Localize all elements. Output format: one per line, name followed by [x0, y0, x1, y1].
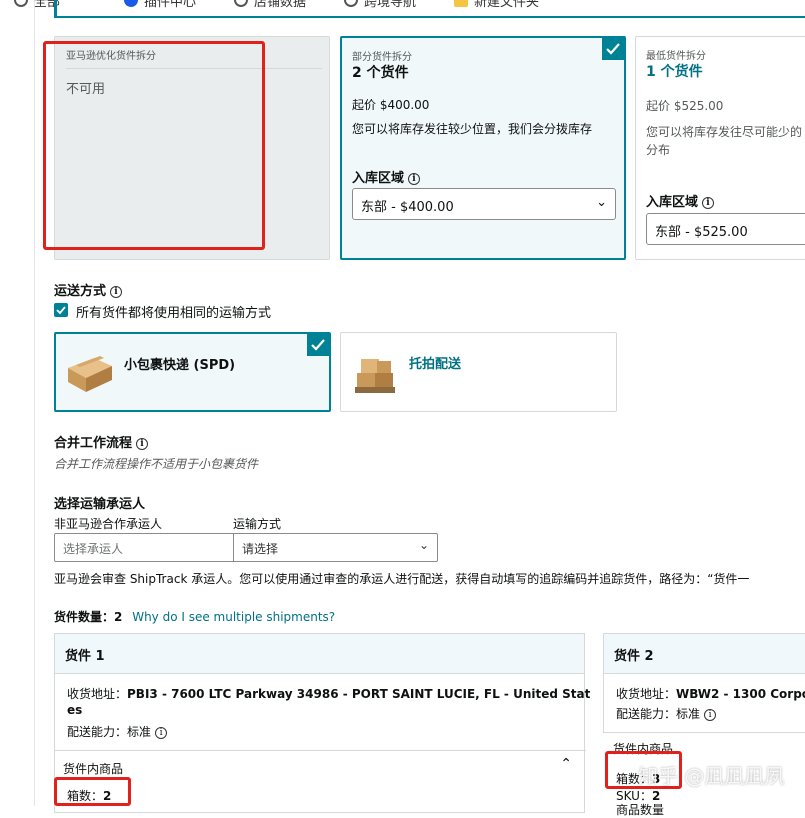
option-desc: 您可以将库存发往较少位置，我们会分拨库存	[352, 122, 593, 136]
info-icon[interactable]: i	[136, 438, 149, 450]
selected-check-icon	[602, 38, 624, 60]
workflow-title: 合并工作流程 i	[54, 432, 149, 451]
carrier-input[interactable]: 选择承运人	[54, 533, 234, 562]
box-icon	[68, 356, 112, 392]
option-desc: 您可以将库存发往尽可能少的	[646, 125, 803, 139]
highlight-box	[54, 777, 131, 806]
highlight-box	[43, 41, 265, 250]
ltl-label: 托拍配送	[409, 357, 462, 372]
carrier-title: 选择运输承运人	[54, 497, 146, 512]
items-label: 货件内商品	[63, 762, 124, 776]
divider	[55, 750, 586, 751]
option-price: 起价 $400.00	[352, 98, 430, 112]
method-label: 运输方式	[233, 517, 282, 531]
non-partner-label: 非亚马逊合作承运人	[54, 517, 163, 531]
option-desc-2: 分布	[646, 143, 671, 157]
info-icon[interactable]: i	[408, 173, 421, 185]
selected-check-icon	[307, 334, 329, 356]
address: 收货地址：PBI3 - 7600 LTC Parkway 34986 - POR…	[67, 687, 591, 701]
shipment-2-card: 货件 2 收货地址：WBW2 - 1300 Corpo 配送能力：标准 i	[603, 633, 805, 733]
workflow-note: 合并工作流程操作不适用于小包裹货件	[54, 457, 259, 471]
shipment-title: 货件 2	[604, 634, 805, 674]
spd-label: 小包裹快递 (SPD)	[124, 358, 236, 373]
capacity: 配送能力：标准 i	[616, 705, 717, 722]
quantity-label: 商品数量	[616, 803, 665, 817]
info-icon[interactable]: i	[704, 709, 717, 721]
option-count: 2 个货件	[352, 65, 409, 81]
info-icon[interactable]: i	[702, 197, 715, 209]
selected-section-border	[54, 0, 805, 18]
carrier-note: 亚马逊会审查 ShipTrack 承运人。您可以使用通过审查的承运人进行配送，获…	[54, 572, 750, 586]
chevron-down-icon: ⌄	[596, 195, 607, 210]
region-select[interactable]: 东部 - $400.00 ⌄	[352, 188, 616, 220]
shipment-count: 货件数量：2 Why do I see multiple shipments?	[54, 610, 336, 624]
capacity: 配送能力：标准 i	[67, 723, 168, 740]
address-cont: es	[67, 703, 83, 717]
method-ltl[interactable]: 托拍配送	[340, 332, 617, 412]
method-spd[interactable]: 小包裹快递 (SPD)	[54, 332, 331, 412]
pallet-icon	[355, 359, 395, 393]
left-divider	[34, 0, 35, 806]
option-price: 起价 $525.00	[646, 99, 724, 113]
option-count: 1 个货件	[646, 64, 703, 80]
option-partial-split[interactable]: 部分货件拆分 2 个货件 起价 $400.00 您可以将库存发往较少位置，我们会…	[340, 36, 626, 260]
address: 收货地址：WBW2 - 1300 Corpo	[616, 687, 805, 701]
shipment-1-card: 货件 1 收货地址：PBI3 - 7600 LTC Parkway 34986 …	[54, 633, 590, 813]
info-icon[interactable]: i	[110, 286, 123, 298]
radio-icon	[14, 0, 28, 7]
chevron-up-icon[interactable]: ⌃	[560, 756, 572, 772]
region-select[interactable]: 东部 - $525.00	[646, 213, 805, 245]
chevron-down-icon: ⌄	[418, 538, 429, 552]
watermark: 知乎 @凪凪凪夙	[638, 764, 785, 788]
option-minimal-split[interactable]: 最低货件拆分 1 个货件 起价 $525.00 您可以将库存发往尽可能少的 分布…	[635, 36, 805, 260]
option-label: 部分货件拆分	[352, 52, 412, 63]
method-select[interactable]: 请选择 ⌄	[233, 533, 438, 562]
same-method-label: 所有货件都将使用相同的运输方式	[76, 306, 272, 321]
region-label: 入库区域 i	[646, 191, 715, 210]
why-multiple-link[interactable]: Why do I see multiple shipments?	[132, 610, 335, 624]
option-label: 最低货件拆分	[646, 51, 706, 62]
info-icon[interactable]: i	[155, 727, 168, 739]
checkbox-same-method[interactable]	[54, 303, 68, 317]
region-label: 入库区域 i	[352, 167, 421, 186]
shipment-title: 货件 1	[55, 634, 584, 674]
shipping-title: 运送方式 i	[54, 280, 123, 299]
